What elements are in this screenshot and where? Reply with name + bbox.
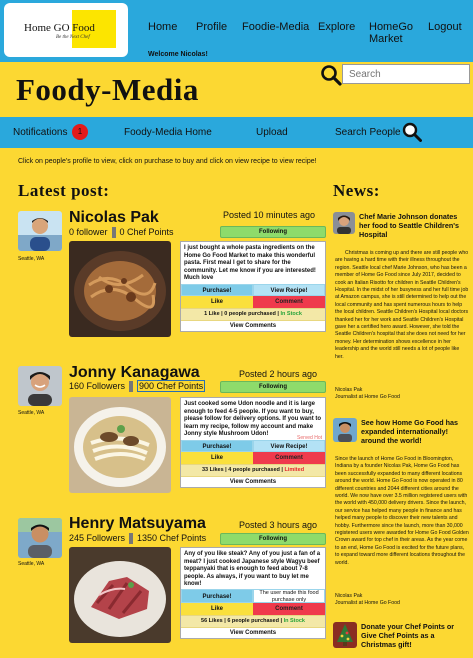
user-stats: 160 Followers 900 Chef Points [69, 380, 206, 393]
view-comments-link[interactable]: View Comments [181, 477, 325, 487]
comment-button[interactable]: Comment [253, 603, 325, 615]
avatar[interactable] [18, 211, 62, 251]
search-icon[interactable] [320, 64, 342, 86]
user-stats: 0 follower 0 Chef Points [69, 227, 174, 239]
post-text: I just bought a whole pasta ingredients … [184, 245, 316, 282]
post-stats-line: 1 Like | 0 people purchased | In Stock [181, 308, 325, 321]
news-author: Nicolas Pak [335, 387, 363, 393]
followers-count: 160 Followers [69, 381, 126, 391]
news-body: Christmas is coming up and there are sti… [335, 250, 469, 360]
chef-points: 1350 Chef Points [137, 533, 207, 543]
post-food-image[interactable] [69, 241, 171, 337]
view-recipe-button[interactable]: View Recipe! [253, 284, 325, 296]
nav-explore[interactable]: Explore [318, 21, 355, 33]
notification-count-badge[interactable]: 1 [72, 124, 88, 140]
like-button[interactable]: Like [181, 452, 253, 464]
instructions-text: Click on people's profile to view, click… [18, 158, 317, 165]
post-panel: Just cooked some Udon noodle and it is l… [180, 397, 326, 488]
purchase-button[interactable]: Purchase! [181, 440, 253, 452]
likes-purchases: 1 Like | 0 people purchased | [204, 311, 279, 317]
likes-purchases: 33 Likes | 4 people purchased | [201, 467, 283, 473]
news-author-role: Journalist at Home Go Food [335, 394, 400, 401]
like-button[interactable]: Like [181, 603, 253, 615]
news-heading: News: [333, 181, 380, 200]
nav-logout[interactable]: Logout [428, 21, 462, 33]
avatar[interactable] [18, 518, 62, 558]
following-button[interactable]: Following [220, 533, 326, 545]
search-input[interactable] [342, 64, 470, 84]
post-text: Just cooked some Udon noodle and it is l… [184, 401, 322, 438]
search-people-icon[interactable] [402, 122, 422, 142]
foody-media-home-link[interactable]: Foody-Media Home [124, 127, 212, 138]
post-food-image[interactable] [69, 547, 171, 643]
comment-button[interactable]: Comment [253, 296, 325, 308]
logo-title: Home GO Food [24, 22, 95, 34]
post-timestamp: Posted 10 minutes ago [223, 210, 316, 220]
post-text: Any of you like steak? Any of you just a… [184, 551, 321, 588]
stock-status: In Stock [283, 618, 305, 624]
stock-status: In Stock [280, 311, 302, 317]
purchase-button[interactable]: Purchase! [181, 284, 253, 296]
post-panel: Any of you like steak? Any of you just a… [180, 547, 326, 639]
upload-link[interactable]: Upload [256, 127, 288, 138]
post-text-wrap: Just cooked some Udon noodle and it is l… [181, 398, 325, 442]
news-author-role: Journalist at Home Go Food [335, 600, 400, 607]
news-thumbnail[interactable] [333, 418, 357, 442]
news-byline: Nicolas Pak Journalist at Home Go Food [335, 593, 469, 608]
latest-post-heading: Latest post: [18, 181, 110, 200]
view-comments-link[interactable]: View Comments [181, 628, 325, 638]
nav-homego-market[interactable]: HomeGo Market [369, 21, 419, 45]
served-hot-label: Served Hot [296, 435, 322, 442]
avatar[interactable] [18, 366, 62, 406]
news-title[interactable]: See how Home Go Food has expanded intern… [361, 418, 469, 445]
comment-button[interactable]: Comment [253, 452, 325, 464]
nav-foodie-media[interactable]: Foodie-Media [242, 21, 309, 33]
following-button[interactable]: Following [220, 381, 326, 393]
like-button[interactable]: Like [181, 296, 253, 308]
post-stats-line: 33 Likes | 4 people purchased | Limited [181, 464, 325, 477]
news-thumbnail[interactable] [333, 212, 355, 234]
stock-status: Limited [284, 467, 305, 473]
post-timestamp: Posted 2 hours ago [239, 369, 318, 379]
search-people-link[interactable]: Search People [335, 127, 401, 138]
news-author: Nicolas Pak [335, 593, 363, 599]
following-button[interactable]: Following [220, 226, 326, 238]
location: Seattle, WA [18, 410, 45, 416]
post-timestamp: Posted 3 hours ago [239, 520, 318, 530]
nav-home[interactable]: Home [148, 21, 177, 33]
likes-purchases: 56 Likes | 6 people purchased | [201, 618, 283, 624]
stats-divider [111, 227, 116, 239]
post-panel: I just bought a whole pasta ingredients … [180, 241, 326, 332]
user-name[interactable]: Henry Matsuyama [69, 515, 206, 533]
news-title[interactable]: Chef Marie Johnson donates her food to S… [359, 212, 469, 239]
news-title[interactable]: Donate your Chef Points or Give Chef Poi… [361, 622, 469, 649]
purchase-button[interactable]: Purchase! [181, 589, 253, 603]
location: Seattle, WA [18, 256, 45, 262]
secondary-nav-bar: Notifications 1 Foody-Media Home Upload … [0, 117, 473, 148]
view-comments-link[interactable]: View Comments [181, 321, 325, 331]
logo-subtitle: Be the Next Chef [56, 35, 90, 40]
followers-count: 0 follower [69, 227, 108, 237]
notifications-link[interactable]: Notifications [13, 127, 67, 138]
christmas-tree-thumbnail[interactable] [333, 622, 357, 648]
stats-divider [129, 381, 134, 393]
user-stats: 245 Followers 1350 Chef Points [69, 533, 207, 545]
chef-points: 900 Chef Points [137, 380, 206, 392]
page-title: Foody-Media [16, 72, 199, 107]
purchase-note: The user made this food purchase only [253, 589, 325, 603]
news-body: Since the launch of Home Go Food in Bloo… [335, 456, 469, 566]
news-byline: Nicolas Pak Journalist at Home Go Food [335, 387, 469, 402]
chef-points: 0 Chef Points [119, 227, 174, 237]
location: Seattle, WA [18, 561, 45, 567]
stats-divider [129, 533, 134, 545]
post-stats-line: 56 Likes | 6 people purchased | In Stock [181, 615, 325, 628]
user-name[interactable]: Nicolas Pak [69, 209, 159, 227]
post-food-image[interactable] [69, 397, 171, 493]
followers-count: 245 Followers [69, 533, 126, 543]
welcome-message: Welcome Nicolas! [148, 51, 208, 58]
nav-profile[interactable]: Profile [196, 21, 227, 33]
